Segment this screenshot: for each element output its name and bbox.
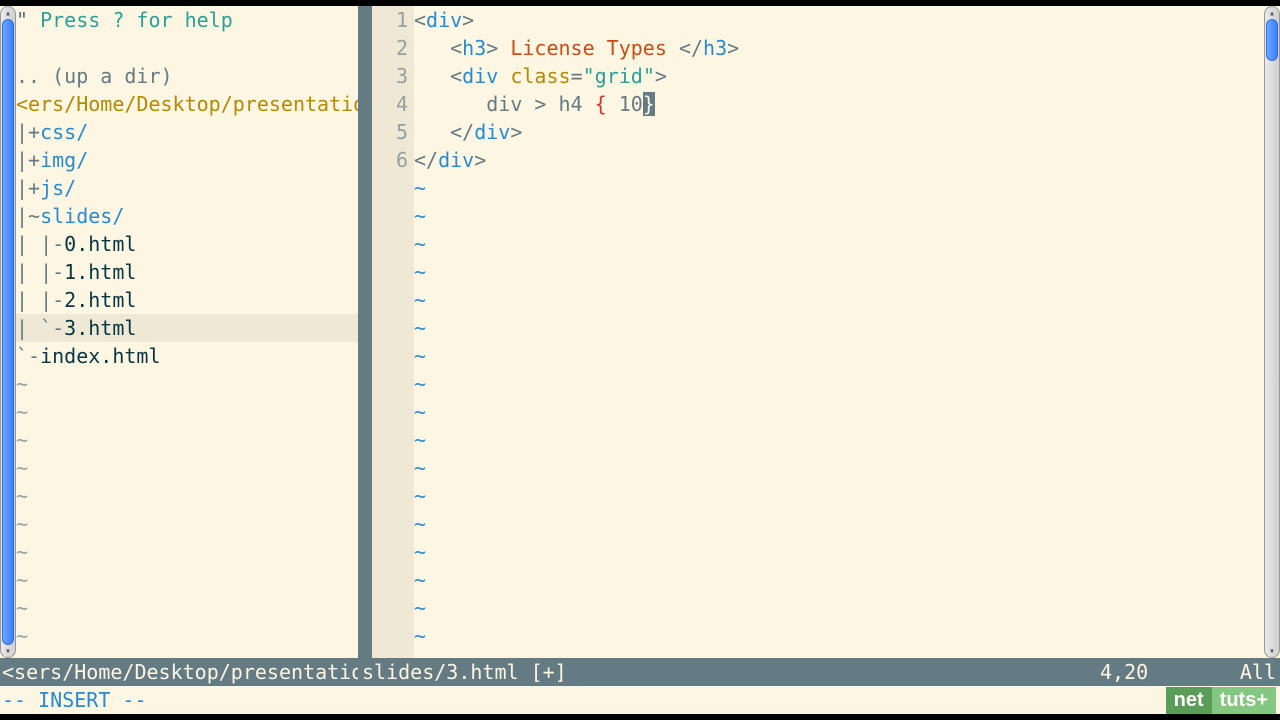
mode-indicator: -- INSERT -- bbox=[2, 688, 147, 712]
scroll-up-icon[interactable]: ▴ bbox=[1265, 7, 1279, 19]
empty-line: ~ bbox=[414, 314, 1264, 342]
code-line-3[interactable]: <div class="grid"> bbox=[414, 62, 1264, 90]
empty-line: ~ bbox=[414, 258, 1264, 286]
code-line-1[interactable]: <div> bbox=[414, 6, 1264, 34]
gutter-empty bbox=[372, 538, 408, 566]
line-number: 2 bbox=[372, 34, 408, 62]
tree-empty-line: ~ bbox=[16, 454, 358, 482]
tree-up-dir[interactable]: .. (up a dir) bbox=[16, 62, 358, 90]
editor-frame: ▴ ▾ " Press ? for help .. (up a dir)<ers… bbox=[0, 6, 1280, 714]
tree-item-img[interactable]: |+img/ bbox=[16, 146, 358, 174]
empty-line: ~ bbox=[414, 286, 1264, 314]
tree-item-0html[interactable]: | |-0.html bbox=[16, 230, 358, 258]
tree-empty-line: ~ bbox=[16, 622, 358, 650]
gutter-empty bbox=[372, 566, 408, 594]
empty-line: ~ bbox=[414, 538, 1264, 566]
watermark-tuts: tuts+ bbox=[1212, 687, 1276, 714]
line-number: 3 bbox=[372, 62, 408, 90]
empty-line: ~ bbox=[414, 510, 1264, 538]
scrollbar-right[interactable]: ▴ ▾ bbox=[1264, 6, 1280, 658]
gutter-empty bbox=[372, 398, 408, 426]
gutter-empty bbox=[372, 258, 408, 286]
gutter-empty bbox=[372, 174, 408, 202]
watermark-net: net bbox=[1166, 687, 1212, 714]
gutter-empty bbox=[372, 286, 408, 314]
tree-item-js[interactable]: |+js/ bbox=[16, 174, 358, 202]
empty-line: ~ bbox=[414, 566, 1264, 594]
empty-line: ~ bbox=[414, 202, 1264, 230]
scroll-down-icon[interactable]: ▾ bbox=[1265, 645, 1279, 657]
tree-help: " Press ? for help bbox=[16, 6, 358, 34]
tree-item-1html[interactable]: | |-1.html bbox=[16, 258, 358, 286]
empty-line: ~ bbox=[414, 370, 1264, 398]
tree-item-slides[interactable]: |~slides/ bbox=[16, 202, 358, 230]
tree-item-indexhtml[interactable]: `-index.html bbox=[16, 342, 358, 370]
split-divider[interactable] bbox=[358, 6, 372, 658]
empty-line: ~ bbox=[414, 594, 1264, 622]
scroll-down-icon[interactable]: ▾ bbox=[1, 645, 15, 657]
tree-empty-line: ~ bbox=[16, 538, 358, 566]
tree-empty-line: ~ bbox=[16, 594, 358, 622]
status-line: <sers/Home/Desktop/presentation slides/3… bbox=[0, 658, 1280, 686]
gutter-empty bbox=[372, 426, 408, 454]
watermark-logo: net tuts+ bbox=[1166, 687, 1276, 714]
code-line-2[interactable]: <h3> License Types </h3> bbox=[414, 34, 1264, 62]
tree-root-path[interactable]: <ers/Home/Desktop/presentation/ bbox=[16, 90, 358, 118]
gutter-empty bbox=[372, 482, 408, 510]
gutter-empty bbox=[372, 454, 408, 482]
empty-line: ~ bbox=[414, 426, 1264, 454]
code-line-4[interactable]: div > h4 { 10} bbox=[414, 90, 1264, 118]
gutter-empty bbox=[372, 622, 408, 650]
scrollbar-left[interactable]: ▴ ▾ bbox=[0, 6, 16, 658]
editor-pane[interactable]: 123456 <div> <h3> License Types </h3> <d… bbox=[372, 6, 1264, 658]
gutter-empty bbox=[372, 510, 408, 538]
scroll-thumb[interactable] bbox=[2, 19, 14, 645]
empty-line: ~ bbox=[414, 174, 1264, 202]
code-line-6[interactable]: </div> bbox=[414, 146, 1264, 174]
empty-line: ~ bbox=[414, 398, 1264, 426]
tree-empty-line: ~ bbox=[16, 370, 358, 398]
gutter-empty bbox=[372, 230, 408, 258]
tree-item-3html[interactable]: | `-3.html bbox=[16, 314, 358, 342]
status-cursor-pos: 4,20 bbox=[1100, 658, 1230, 686]
tree-empty-line: ~ bbox=[16, 398, 358, 426]
status-tree-path: <sers/Home/Desktop/presentation bbox=[0, 658, 358, 686]
tree-empty-line: ~ bbox=[16, 566, 358, 594]
tree-empty-line: ~ bbox=[16, 426, 358, 454]
code-line-5[interactable]: </div> bbox=[414, 118, 1264, 146]
line-number: 6 bbox=[372, 146, 408, 174]
scroll-up-icon[interactable]: ▴ bbox=[1, 7, 15, 19]
empty-line: ~ bbox=[414, 482, 1264, 510]
file-tree-pane[interactable]: " Press ? for help .. (up a dir)<ers/Hom… bbox=[16, 6, 358, 658]
tree-item-2html[interactable]: | |-2.html bbox=[16, 286, 358, 314]
empty-line: ~ bbox=[414, 622, 1264, 650]
tree-blank bbox=[16, 34, 358, 62]
gutter-empty bbox=[372, 202, 408, 230]
tree-empty-line: ~ bbox=[16, 482, 358, 510]
empty-line: ~ bbox=[414, 230, 1264, 258]
line-number: 5 bbox=[372, 118, 408, 146]
tree-item-css[interactable]: |+css/ bbox=[16, 118, 358, 146]
line-number-gutter: 123456 bbox=[372, 6, 414, 658]
command-line[interactable]: -- INSERT -- bbox=[0, 686, 1280, 714]
empty-line: ~ bbox=[414, 342, 1264, 370]
gutter-empty bbox=[372, 342, 408, 370]
code-area[interactable]: <div> <h3> License Types </h3> <div clas… bbox=[414, 6, 1264, 658]
empty-line: ~ bbox=[414, 454, 1264, 482]
gutter-empty bbox=[372, 370, 408, 398]
gutter-empty bbox=[372, 314, 408, 342]
status-scroll-pct: All bbox=[1230, 658, 1280, 686]
line-number: 4 bbox=[372, 90, 408, 118]
workspace: ▴ ▾ " Press ? for help .. (up a dir)<ers… bbox=[0, 6, 1280, 658]
gutter-empty bbox=[372, 594, 408, 622]
tree-empty-line: ~ bbox=[16, 510, 358, 538]
line-number: 1 bbox=[372, 6, 408, 34]
status-file-name: slides/3.html [+] bbox=[358, 658, 1100, 686]
